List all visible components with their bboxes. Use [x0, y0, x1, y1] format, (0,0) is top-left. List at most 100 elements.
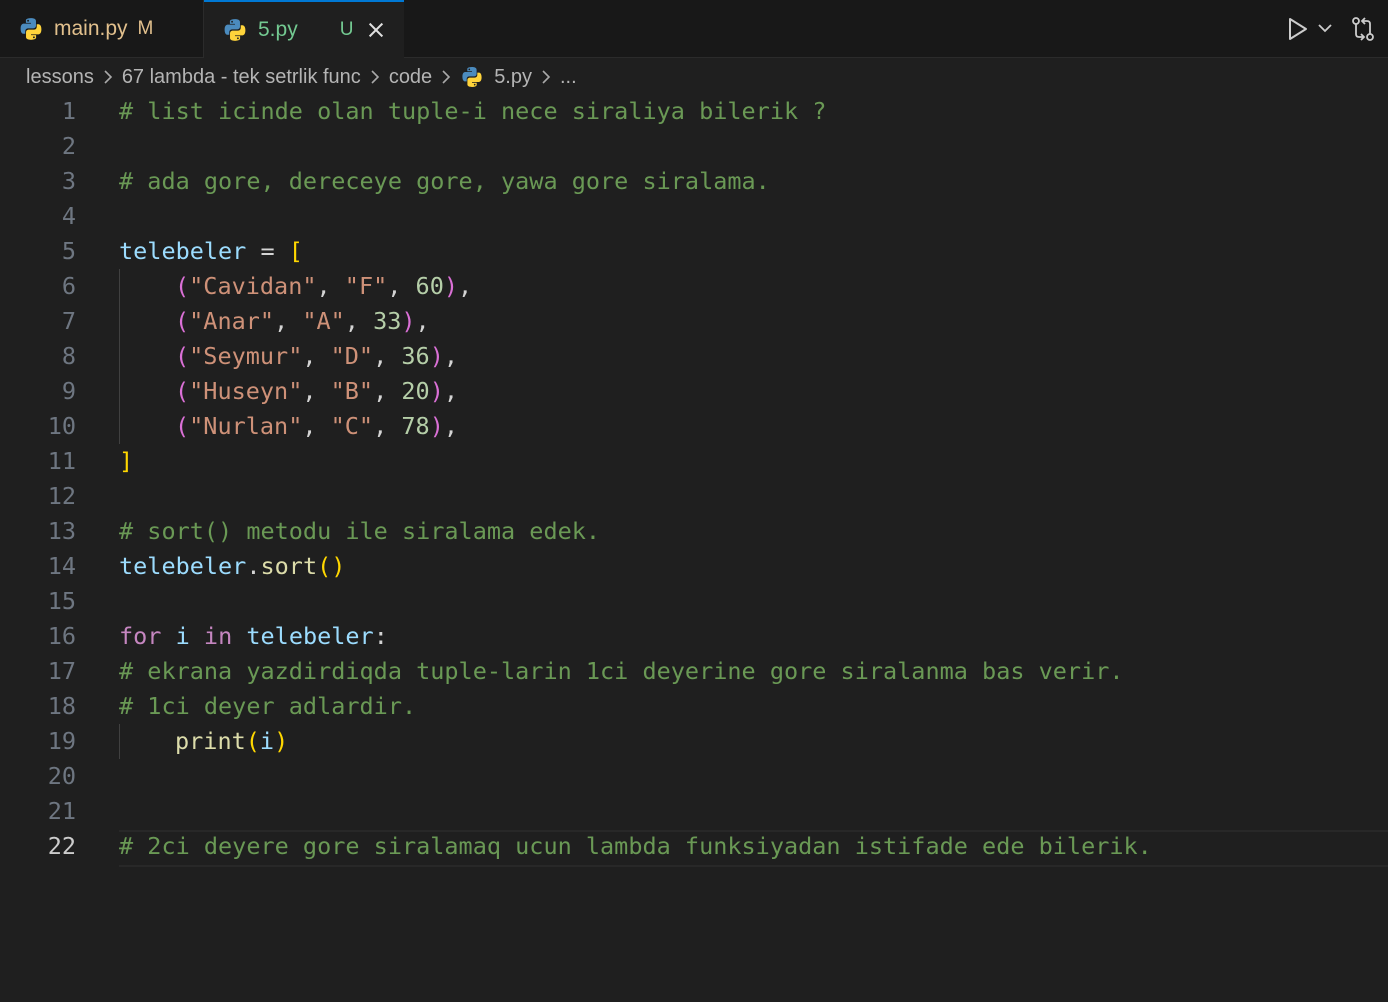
- code-line: 11 ]: [0, 444, 1388, 479]
- line-number: 10: [47, 412, 76, 440]
- line-number: 7: [61, 307, 76, 335]
- breadcrumb: lessons 67 lambda - tek setrlik func cod…: [26, 62, 577, 92]
- comment: # sort() metodu ile siralama edek.: [119, 517, 601, 545]
- tab-bar: main.py M 5.py U: [0, 0, 1388, 58]
- variable-token: i: [259, 727, 275, 755]
- git-status-badge: U: [339, 19, 354, 40]
- line-number: 19: [47, 727, 76, 755]
- close-icon[interactable]: [367, 21, 385, 39]
- line-number: 21: [47, 797, 76, 825]
- string-token: "Anar": [189, 307, 275, 335]
- code-line: 12: [0, 479, 1388, 514]
- breadcrumb-folder[interactable]: 67 lambda - tek setrlik func: [122, 66, 361, 89]
- python-file-icon: [462, 67, 482, 87]
- variable-token: telebeler: [246, 622, 374, 650]
- code-line: 3 # ada gore, dereceye gore, yawa gore s…: [0, 164, 1388, 199]
- line-number: 4: [61, 202, 76, 230]
- keyword-token: for: [119, 622, 162, 650]
- string-token: "Seymur": [189, 342, 303, 370]
- python-file-icon: [224, 19, 246, 41]
- line-number: 18: [47, 692, 76, 720]
- line-number: 3: [61, 167, 76, 195]
- number-token: 33: [373, 307, 402, 335]
- function-token: print: [175, 727, 246, 755]
- variable-token: telebeler: [119, 237, 247, 265]
- code-line: 9 ("Huseyn", "B", 20),: [0, 374, 1388, 409]
- comment: # ada gore, dereceye gore, yawa gore sir…: [119, 167, 770, 195]
- keyword-token: in: [203, 622, 233, 650]
- code-line: 14 telebeler.sort(): [0, 549, 1388, 584]
- code-line: 7 ("Anar", "A", 33),: [0, 304, 1388, 339]
- code-line: 16 for i in telebeler:: [0, 619, 1388, 654]
- line-number: 20: [47, 762, 76, 790]
- run-icon[interactable]: [1287, 17, 1309, 41]
- bracket-token: ): [274, 727, 289, 755]
- line-number: 9: [61, 377, 76, 405]
- string-token: "Nurlan": [189, 412, 303, 440]
- bracket-token: (): [317, 552, 346, 580]
- string-token: "C": [330, 412, 374, 440]
- code-line: 18 # 1ci deyer adlardir.: [0, 689, 1388, 724]
- breadcrumb-lessons[interactable]: lessons: [26, 66, 94, 89]
- code-line: 10 ("Nurlan", "C", 78),: [0, 409, 1388, 444]
- code-line: 13 # sort() metodu ile siralama edek.: [0, 514, 1388, 549]
- chevron-down-icon[interactable]: [1317, 22, 1333, 34]
- number-token: 60: [415, 272, 444, 300]
- line-number: 13: [47, 517, 76, 545]
- code-editor[interactable]: 1 # list icinde olan tuple-i nece sirali…: [0, 94, 1388, 1002]
- string-token: "A": [302, 307, 345, 335]
- line-number: 17: [47, 657, 76, 685]
- tab-label: 5.py: [258, 18, 298, 41]
- comment: # 1ci deyer adlardir.: [119, 692, 417, 720]
- line-number: 6: [61, 272, 76, 300]
- number-token: 36: [401, 342, 430, 370]
- function-token: sort: [260, 552, 318, 580]
- code-line: 20: [0, 759, 1388, 794]
- operator-token: =: [246, 237, 289, 265]
- line-number: 15: [47, 587, 76, 615]
- code-line: 8 ("Seymur", "D", 36),: [0, 339, 1388, 374]
- variable-token: i: [175, 622, 190, 650]
- tab-main-py[interactable]: main.py M: [0, 0, 204, 57]
- breadcrumb-symbols[interactable]: ...: [560, 66, 577, 89]
- breadcrumb-code[interactable]: code: [389, 66, 432, 89]
- line-number: 14: [47, 552, 76, 580]
- tab-label: main.py: [54, 16, 128, 40]
- string-token: "Huseyn": [189, 377, 303, 405]
- line-number: 1: [61, 97, 76, 125]
- comment: # ekrana yazdirdiqda tuple-larin 1ci dey…: [119, 657, 1124, 685]
- line-number: 5: [61, 237, 76, 265]
- code-line: 15: [0, 584, 1388, 619]
- chevron-right-icon: [542, 70, 551, 84]
- string-token: "F": [344, 272, 388, 300]
- line-number: 16: [47, 622, 76, 650]
- bracket-token: ]: [119, 447, 134, 475]
- tab-5-py[interactable]: 5.py U: [204, 0, 404, 58]
- code-line: 21: [0, 794, 1388, 829]
- git-status-badge: M: [137, 17, 154, 39]
- chevron-right-icon: [104, 70, 112, 84]
- operator-token: .: [246, 552, 261, 580]
- number-token: 78: [401, 412, 430, 440]
- string-token: "D": [330, 342, 374, 370]
- chevron-right-icon: [442, 70, 451, 84]
- code-line: 1 # list icinde olan tuple-i nece sirali…: [0, 94, 1388, 129]
- code-line: 4: [0, 199, 1388, 234]
- code-line: 6 ("Cavidan", "F", 60),: [0, 269, 1388, 304]
- bracket-token: (: [245, 727, 260, 755]
- code-line: 19 print(i): [0, 724, 1388, 759]
- line-number: 11: [47, 447, 76, 475]
- operator-token: :: [373, 622, 388, 650]
- bracket-token: [: [288, 237, 303, 265]
- code-line: 5 telebeler = [: [0, 234, 1388, 269]
- open-changes-icon[interactable]: [1350, 16, 1376, 42]
- line-number: 8: [61, 342, 76, 370]
- code-line: 17 # ekrana yazdirdiqda tuple-larin 1ci …: [0, 654, 1388, 689]
- code-line: 2: [0, 129, 1388, 164]
- number-token: 20: [401, 377, 430, 405]
- python-file-icon: [20, 17, 42, 40]
- comment: # list icinde olan tuple-i nece siraliya…: [119, 97, 827, 125]
- string-token: "Cavidan": [189, 272, 317, 300]
- breadcrumb-file[interactable]: 5.py: [494, 66, 532, 89]
- string-token: "B": [330, 377, 374, 405]
